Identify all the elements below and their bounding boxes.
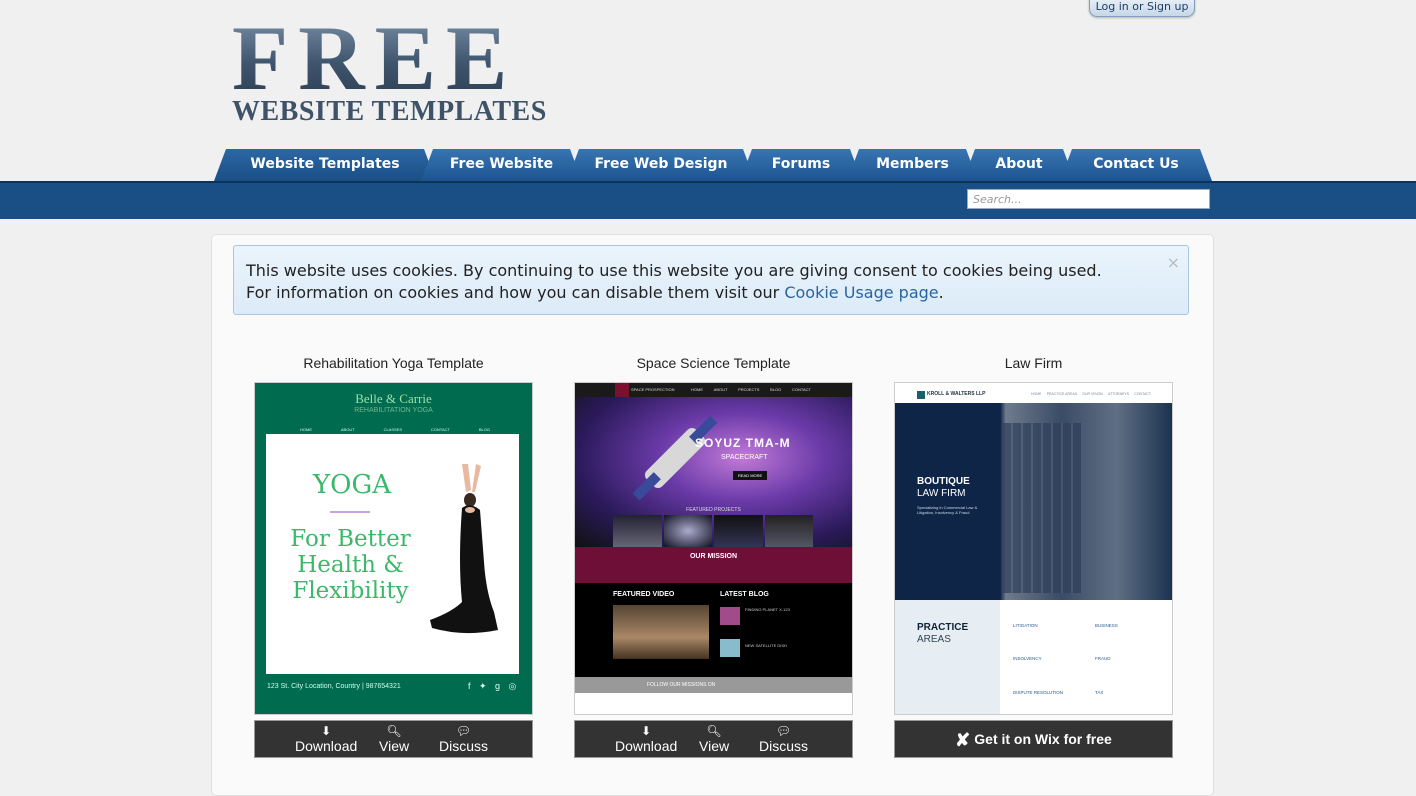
thumb-hero-1: BOUTIQUE — [917, 476, 970, 487]
card-actions: ⬇ Download 🔍︎ View 💬︎ Discuss — [574, 720, 853, 758]
thumb-section-1: PRACTICE — [917, 622, 969, 633]
cookie-notice: This website uses cookies. By continuing… — [233, 245, 1189, 315]
download-button[interactable]: ⬇ Download — [615, 724, 677, 754]
thumb-area-1: LITIGATION — [1013, 623, 1038, 628]
main-content: This website uses cookies. By continuing… — [211, 234, 1214, 796]
search-icon: 🔍︎ — [706, 724, 722, 738]
logo-main-text: FREE — [232, 12, 547, 104]
template-thumbnail[interactable]: SPACE PROSPECTION HOME ABOUT PROJECTS BLOG C… — [574, 382, 853, 715]
download-button[interactable]: ⬇ Download — [295, 724, 357, 754]
thumb-text: For Better Health & Flexibility — [290, 526, 411, 604]
thumb-brand: Belle & Carrie — [355, 391, 432, 406]
cookie-usage-link[interactable]: Cookie Usage page — [784, 283, 938, 302]
download-icon: ⬇ — [641, 724, 652, 738]
card-title[interactable]: Law Firm — [894, 355, 1173, 373]
thumb-follow: FOLLOW OUR MISSIONS ON — [647, 682, 716, 688]
thumb-hero-sub: SPACECRAFT — [721, 454, 768, 461]
thumb-read-more: READ MORE — [733, 471, 768, 480]
thumb-headline: YOGA — [313, 470, 392, 500]
thumb-hero-2: LAW FIRM — [917, 488, 966, 499]
tab-website-templates[interactable]: Website Templates — [214, 149, 436, 181]
featured-thumbs — [613, 515, 813, 547]
thumb-section-2: AREAS — [917, 634, 951, 645]
template-thumbnail[interactable]: KROLL & WALTERS LLP HOME PRACTICE AREAS OU… — [894, 382, 1173, 715]
template-thumbnail[interactable]: Belle & Carrie REHABILITATION YOGA HOME A… — [254, 382, 533, 715]
login-signup-button[interactable]: Log in or Sign up — [1089, 0, 1195, 17]
thumb-post-2: NEW SATELLITE DISH — [745, 643, 787, 648]
thumb-nav: HOME ABOUT CLASSES CONTACT BLOG — [300, 427, 490, 432]
tab-members[interactable]: Members — [847, 149, 978, 181]
thumb-featured: FEATURED PROJECTS — [686, 507, 741, 513]
thumb-hero: YOGA For Better Health & Flexibility — [266, 434, 519, 674]
thumb-footer: 123 St. City Location, Country | 9876543… — [267, 683, 401, 690]
thumb-brand: SPACE PROSPECTION — [631, 387, 675, 392]
tab-forums[interactable]: Forums — [740, 149, 862, 181]
yoga-figure-image — [430, 464, 498, 634]
tab-free-web-design[interactable]: Free Web Design — [567, 149, 755, 181]
chat-icon: 💬︎ — [455, 724, 472, 738]
thumb-hero-text: Specializing in Commercial Law & Litigat… — [917, 505, 978, 515]
template-card-yoga: Rehabilitation Yoga Template Belle & Car… — [254, 355, 533, 758]
thumb-blog-label: LATEST BLOG — [720, 591, 769, 598]
discuss-button[interactable]: 💬︎ Discuss — [759, 724, 808, 754]
card-title[interactable]: Space Science Template — [574, 355, 853, 373]
view-button[interactable]: 🔍︎ View — [699, 724, 729, 754]
tab-free-website[interactable]: Free Website — [421, 149, 582, 181]
thumb-area-3: INSOLVENCY — [1013, 656, 1042, 661]
satellite-image — [632, 415, 718, 501]
search-input[interactable]: Search... — [967, 189, 1210, 209]
close-icon[interactable]: × — [1167, 252, 1180, 274]
download-icon: ⬇ — [321, 724, 332, 738]
tab-contact-us[interactable]: Contact Us — [1060, 149, 1212, 181]
template-card-law-firm: Law Firm KROLL & WALTERS LLP HOME PRACTIC… — [894, 355, 1173, 758]
thumb-mission: OUR MISSION — [689, 553, 738, 560]
discuss-button[interactable]: 💬︎ Discuss — [439, 724, 488, 754]
cookie-line-2: For information on cookies and how you c… — [246, 283, 944, 302]
thumb-nav: HOME PRACTICE AREAS OUR VISION ATTORNEYS CON… — [1031, 392, 1151, 396]
thumb-area-4: FRAUD — [1095, 656, 1111, 661]
card-actions: ⬇ Download 🔍︎ View 💬︎ Discuss — [254, 720, 533, 758]
video-image — [613, 605, 709, 659]
tab-about[interactable]: About — [963, 149, 1075, 181]
wix-icon: ✘ — [955, 730, 971, 750]
card-title[interactable]: Rehabilitation Yoga Template — [254, 355, 533, 373]
thumb-area-2: BUSINESS — [1095, 623, 1118, 628]
thumb-area-5: DISPUTE RESOLUTION — [1013, 690, 1064, 695]
thumb-post-1: FINDING PLANET X-123 — [745, 607, 790, 612]
thumb-hero-title: SOYUZ TMA-M — [695, 436, 791, 450]
thumb-tagline: REHABILITATION YOGA — [354, 407, 433, 414]
thumb-nav: HOME ABOUT PROJECTS BLOG CONTACT — [691, 387, 811, 392]
search-icon: 🔍︎ — [386, 724, 402, 738]
cookie-line-1: This website uses cookies. By continuing… — [246, 261, 1102, 280]
chat-icon: 💬︎ — [775, 724, 792, 738]
thumb-brand: KROLL & WALTERS LLP — [927, 391, 986, 397]
thumb-video-label: FEATURED VIDEO — [613, 591, 675, 598]
wix-button[interactable]: ✘ Get it on Wix for free — [894, 720, 1173, 758]
thumb-area-6: TAX — [1095, 690, 1104, 695]
template-card-space: Space Science Template SPACE PROSPECTION… — [574, 355, 853, 758]
social-icons: f ✦ g ◎ — [468, 681, 520, 691]
logo-sub-text: WEBSITE TEMPLATES — [232, 96, 547, 127]
view-button[interactable]: 🔍︎ View — [379, 724, 409, 754]
site-logo[interactable]: FREE WEBSITE TEMPLATES — [232, 12, 547, 128]
